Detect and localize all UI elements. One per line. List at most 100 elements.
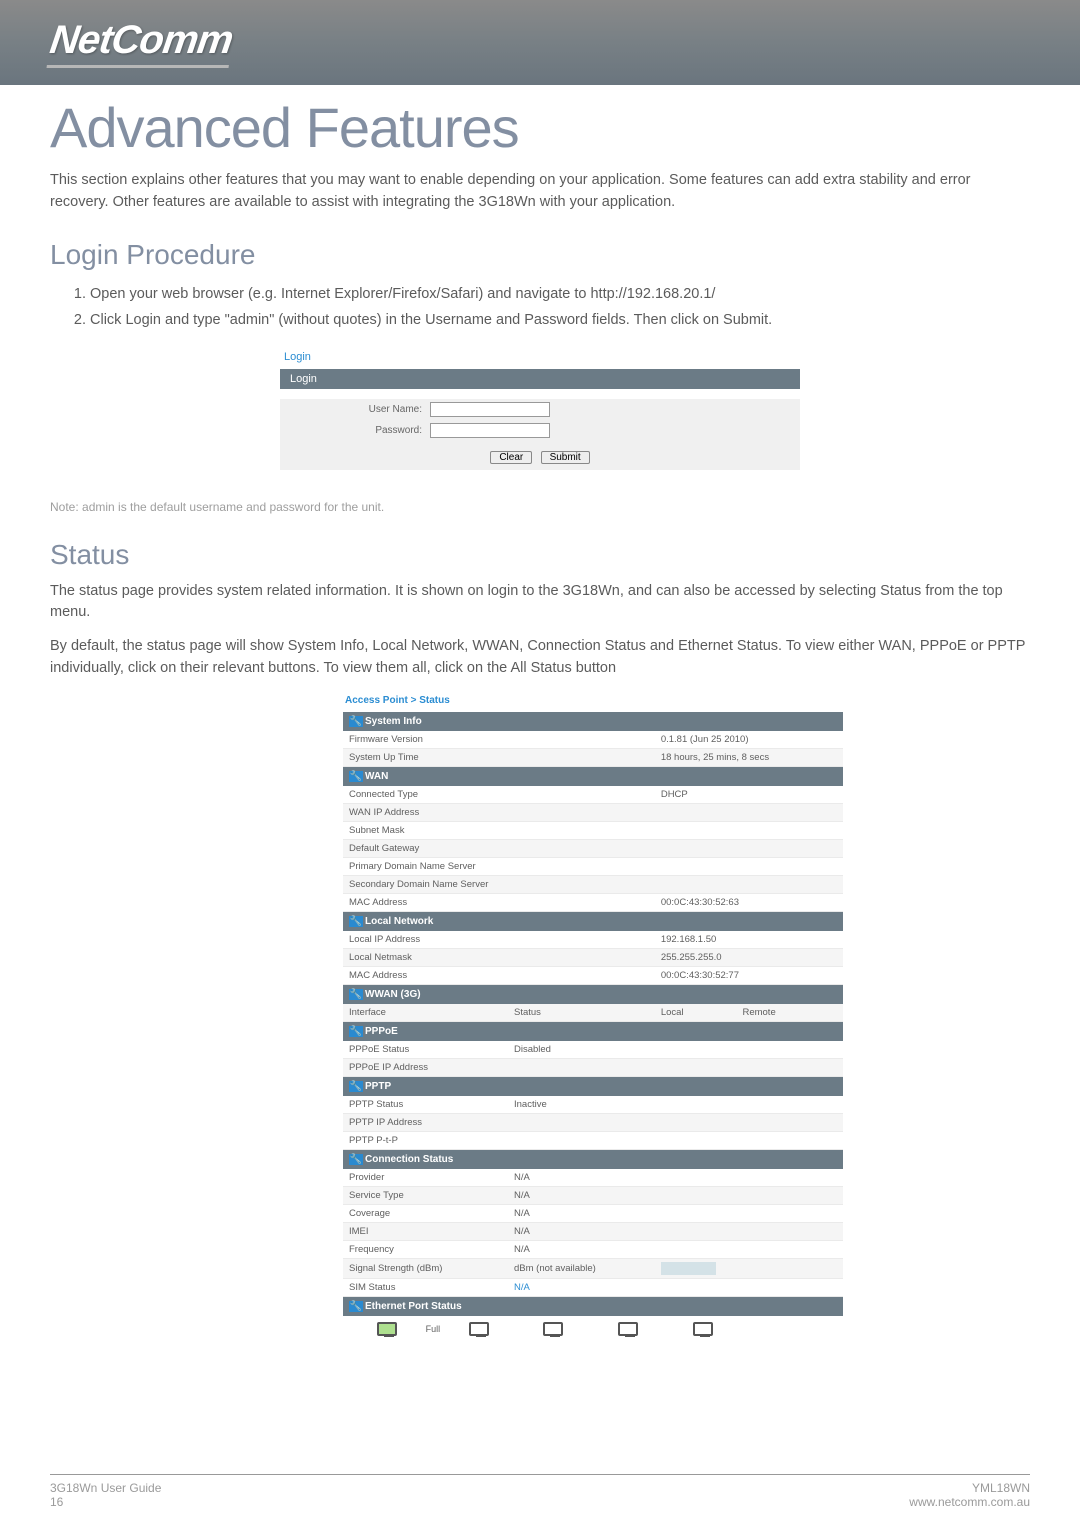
frequency-label: Frequency xyxy=(343,1240,508,1258)
footer-guide-name: 3G18Wn User Guide xyxy=(50,1481,161,1495)
uptime-label: System Up Time xyxy=(343,748,655,766)
clear-button[interactable]: Clear xyxy=(490,451,532,464)
wrench-icon: 🔧 xyxy=(349,1081,363,1092)
status-screenshot: Access Point > Status 🔧 System Info Firmw… xyxy=(343,692,843,1342)
primary-dns-label: Primary Domain Name Server xyxy=(343,857,655,875)
provider-value: N/A xyxy=(508,1169,843,1187)
secondary-dns-value xyxy=(655,875,843,893)
top-brand-band: NetComm xyxy=(0,0,1080,85)
wrench-icon: 🔧 xyxy=(349,989,363,1000)
pppoe-status-label: PPPoE Status xyxy=(343,1041,508,1059)
password-label: Password: xyxy=(280,420,430,441)
login-screenshot: Login Login User Name: Password: Clear S… xyxy=(280,348,800,480)
wrench-icon: 🔧 xyxy=(349,1026,363,1037)
status-paragraph-1: The status page provides system related … xyxy=(50,581,1030,625)
login-note: Note: admin is the default username and … xyxy=(50,500,1030,514)
imei-label: IMEI xyxy=(343,1222,508,1240)
pptp-ip-value xyxy=(508,1113,843,1131)
pppoe-status-value: Disabled xyxy=(508,1041,843,1059)
login-step-2: Click Login and type "admin" (without qu… xyxy=(90,307,1030,333)
subnet-mask-value xyxy=(655,821,843,839)
section-pppoe: PPPoE xyxy=(365,1026,398,1037)
wan-mac-value: 00:0C:43:30:52:63 xyxy=(655,893,843,911)
ethernet-port-label: Full xyxy=(426,1324,441,1334)
pptp-status-value: Inactive xyxy=(508,1096,843,1114)
page-title: Advanced Features xyxy=(50,95,1030,160)
ethernet-port-icon xyxy=(377,1322,397,1336)
wrench-icon: 🔧 xyxy=(349,1301,363,1312)
intro-paragraph: This section explains other features tha… xyxy=(50,170,1030,214)
pptp-ip-label: PPTP IP Address xyxy=(343,1113,508,1131)
wwan-col-interface: Interface xyxy=(343,1004,508,1022)
wan-ip-label: WAN IP Address xyxy=(343,803,655,821)
section-connection-status: Connection Status xyxy=(365,1154,453,1165)
section-wwan: WWAN (3G) xyxy=(365,989,421,1000)
pptp-status-label: PPTP Status xyxy=(343,1096,508,1114)
local-ip-label: Local IP Address xyxy=(343,931,655,949)
local-ip-value: 192.168.1.50 xyxy=(655,931,843,949)
uptime-value: 18 hours, 25 mins, 8 secs xyxy=(655,748,843,766)
local-mac-label: MAC Address xyxy=(343,966,655,984)
connected-type-value: DHCP xyxy=(655,786,843,804)
pppoe-ip-value xyxy=(508,1058,843,1076)
login-heading: Login Procedure xyxy=(50,239,1030,271)
connected-type-label: Connected Type xyxy=(343,786,655,804)
page-content: Advanced Features This section explains … xyxy=(0,85,1080,1342)
login-box-header: Login xyxy=(280,369,800,389)
coverage-value: N/A xyxy=(508,1204,843,1222)
status-paragraph-2: By default, the status page will show Sy… xyxy=(50,636,1030,680)
login-step-1: Open your web browser (e.g. Internet Exp… xyxy=(90,281,1030,307)
frequency-value: N/A xyxy=(508,1240,843,1258)
coverage-label: Coverage xyxy=(343,1204,508,1222)
submit-button[interactable]: Submit xyxy=(541,451,590,464)
status-breadcrumb: Access Point > Status xyxy=(343,692,843,712)
subnet-mask-label: Subnet Mask xyxy=(343,821,655,839)
local-netmask-label: Local Netmask xyxy=(343,948,655,966)
local-mac-value: 00:0C:43:30:52:77 xyxy=(655,966,843,984)
local-netmask-value: 255.255.255.0 xyxy=(655,948,843,966)
service-type-value: N/A xyxy=(508,1186,843,1204)
sim-status-value: N/A xyxy=(508,1278,843,1296)
wan-mac-label: MAC Address xyxy=(343,893,655,911)
default-gateway-value xyxy=(655,839,843,857)
wwan-col-status: Status xyxy=(508,1004,655,1022)
section-wan: WAN xyxy=(365,771,388,782)
signal-bar-icon xyxy=(661,1262,716,1275)
wwan-col-remote: Remote xyxy=(736,1004,843,1022)
section-system-info: System Info xyxy=(365,716,422,727)
username-input[interactable] xyxy=(430,402,550,417)
wrench-icon: 🔧 xyxy=(349,771,363,782)
wrench-icon: 🔧 xyxy=(349,1154,363,1165)
primary-dns-value xyxy=(655,857,843,875)
wwan-col-local: Local xyxy=(655,1004,737,1022)
login-steps-list: Open your web browser (e.g. Internet Exp… xyxy=(90,281,1030,333)
login-box-title: Login xyxy=(280,369,800,389)
wrench-icon: 🔧 xyxy=(349,916,363,927)
firmware-version-label: Firmware Version xyxy=(343,731,655,749)
section-ethernet: Ethernet Port Status xyxy=(365,1301,462,1312)
footer-url: www.netcomm.com.au xyxy=(909,1495,1030,1509)
ethernet-port-icon xyxy=(543,1322,563,1336)
wan-ip-value xyxy=(655,803,843,821)
secondary-dns-label: Secondary Domain Name Server xyxy=(343,875,655,893)
section-pptp: PPTP xyxy=(365,1081,391,1092)
ethernet-ports-row: Full xyxy=(343,1316,843,1342)
ethernet-port-icon xyxy=(469,1322,489,1336)
service-type-label: Service Type xyxy=(343,1186,508,1204)
ethernet-port-icon xyxy=(693,1322,713,1336)
login-breadcrumb-link[interactable]: Login xyxy=(280,348,800,369)
password-input[interactable] xyxy=(430,423,550,438)
provider-label: Provider xyxy=(343,1169,508,1187)
status-heading: Status xyxy=(50,539,1030,571)
username-label: User Name: xyxy=(280,399,430,420)
signal-strength-value: dBm (not available) xyxy=(514,1263,596,1274)
footer-page-number: 16 xyxy=(50,1495,161,1509)
default-gateway-label: Default Gateway xyxy=(343,839,655,857)
page-footer: 3G18Wn User Guide 16 YML18WN www.netcomm… xyxy=(50,1474,1030,1509)
pptp-ptp-label: PPTP P-t-P xyxy=(343,1131,508,1149)
sim-status-label: SIM Status xyxy=(343,1278,508,1296)
signal-strength-label: Signal Strength (dBm) xyxy=(343,1258,508,1278)
imei-value: N/A xyxy=(508,1222,843,1240)
pptp-ptp-value xyxy=(508,1131,843,1149)
ethernet-port-icon xyxy=(618,1322,638,1336)
